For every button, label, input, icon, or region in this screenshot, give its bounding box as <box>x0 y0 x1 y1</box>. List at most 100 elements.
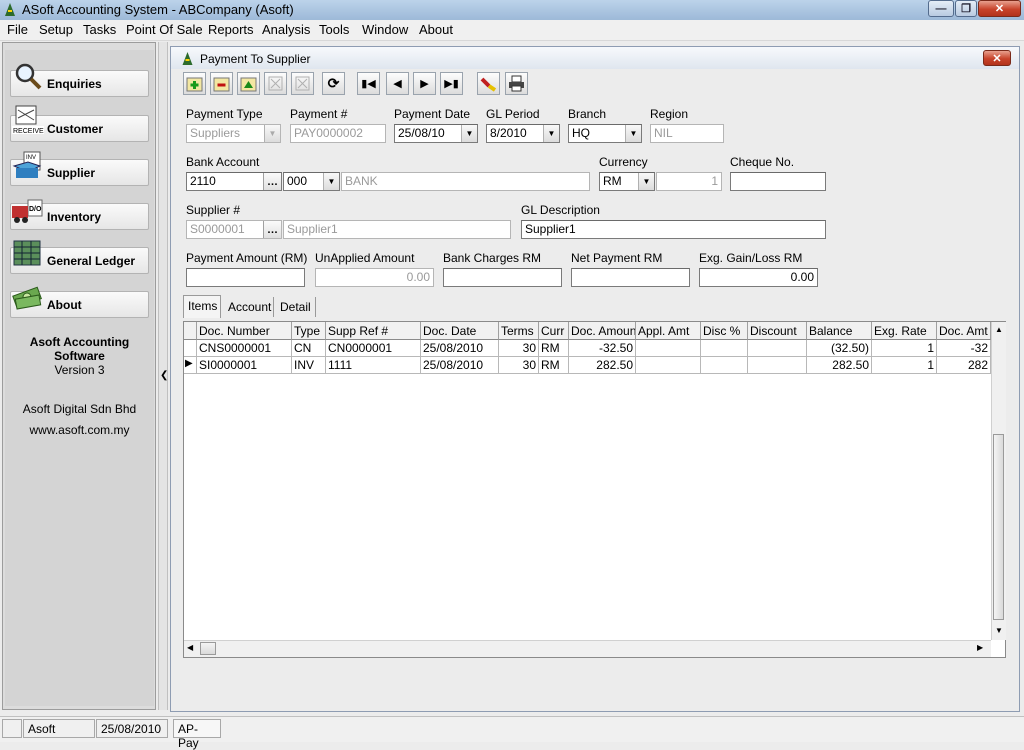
table-cell[interactable] <box>636 340 701 357</box>
col-doc-amount[interactable]: Doc. Amount <box>569 322 636 340</box>
gl-description-field[interactable]: Supplier1 <box>521 220 826 239</box>
print-button[interactable] <box>505 72 528 95</box>
bank-account-field[interactable]: 2110… <box>186 172 282 191</box>
table-cell[interactable]: 30 <box>499 357 539 374</box>
about-website[interactable]: www.asoft.com.my <box>10 423 149 437</box>
table-cell[interactable]: -32.50 <box>569 340 636 357</box>
collapse-left-icon[interactable]: ❮ <box>160 370 168 381</box>
col-discount[interactable]: Discount <box>748 322 807 340</box>
table-cell[interactable]: 1 <box>872 357 937 374</box>
table-cell[interactable]: 282.50 <box>569 357 636 374</box>
row-indicator[interactable] <box>184 340 197 357</box>
table-cell[interactable] <box>636 357 701 374</box>
save-button[interactable] <box>264 72 287 95</box>
menu-file[interactable]: File <box>7 22 28 37</box>
table-cell[interactable]: RM <box>539 357 569 374</box>
region-field[interactable]: NIL <box>650 124 724 143</box>
table-cell[interactable]: 1111 <box>326 357 421 374</box>
table-cell[interactable]: -32 <box>937 340 991 357</box>
tab-items[interactable]: Items <box>183 295 221 318</box>
chevron-down-icon[interactable]: ▼ <box>543 125 559 142</box>
supplier-no-field[interactable]: S0000001… <box>186 220 282 239</box>
table-cell[interactable] <box>748 340 807 357</box>
scroll-right-icon[interactable]: ▶ <box>977 643 983 652</box>
menu-analysis[interactable]: Analysis <box>262 22 310 37</box>
table-cell[interactable]: 1 <box>872 340 937 357</box>
menu-tools[interactable]: Tools <box>319 22 349 37</box>
menu-point-of-sale[interactable]: Point Of Sale <box>126 22 203 37</box>
branch-select[interactable]: HQ ▼ <box>568 124 642 143</box>
bank-name-field[interactable]: BANK <box>341 172 590 191</box>
menu-tasks[interactable]: Tasks <box>83 22 116 37</box>
col-doc-number[interactable]: Doc. Number <box>197 322 292 340</box>
tab-account[interactable]: Account <box>224 297 274 317</box>
first-record-button[interactable]: ▮◀ <box>357 72 380 95</box>
bank-charges-field[interactable] <box>443 268 562 287</box>
current-row-indicator-icon[interactable]: ▶ <box>184 357 197 374</box>
exg-gain-loss-field[interactable]: 0.00 <box>699 268 818 287</box>
col-disc-pct[interactable]: Disc % <box>701 322 748 340</box>
last-record-button[interactable]: ▶▮ <box>440 72 463 95</box>
scroll-left-icon[interactable]: ◀ <box>187 643 193 652</box>
chevron-down-icon[interactable]: ▼ <box>625 125 641 142</box>
search-button[interactable] <box>477 72 500 95</box>
menu-reports[interactable]: Reports <box>208 22 254 37</box>
table-cell[interactable]: SI0000001 <box>197 357 292 374</box>
minimize-button[interactable]: — <box>928 0 954 17</box>
payment-no-field[interactable]: PAY0000002 <box>290 124 386 143</box>
col-curr[interactable]: Curr <box>539 322 569 340</box>
menu-about[interactable]: About <box>419 22 453 37</box>
close-button[interactable]: ✕ <box>978 0 1021 17</box>
grid-vertical-scrollbar[interactable]: ▲ ▼ <box>991 322 1006 640</box>
scroll-up-icon[interactable]: ▲ <box>995 325 1003 334</box>
table-cell[interactable]: 25/08/2010 <box>421 340 499 357</box>
col-exg-rate[interactable]: Exg. Rate <box>872 322 937 340</box>
table-cell[interactable]: 30 <box>499 340 539 357</box>
previous-record-button[interactable]: ◀ <box>386 72 409 95</box>
tab-detail[interactable]: Detail <box>276 297 316 317</box>
menu-window[interactable]: Window <box>362 22 408 37</box>
edit-button[interactable] <box>237 72 260 95</box>
horizontal-scroll-thumb[interactable] <box>200 642 216 655</box>
table-cell[interactable]: 282.50 <box>807 357 872 374</box>
chevron-down-icon[interactable]: ▼ <box>461 125 477 142</box>
table-cell[interactable] <box>748 357 807 374</box>
col-appl-amt[interactable]: Appl. Amt <box>636 322 701 340</box>
cheque-no-field[interactable] <box>730 172 826 191</box>
chevron-down-icon[interactable]: ▼ <box>638 173 654 190</box>
delete-button[interactable] <box>210 72 233 95</box>
lookup-ellipsis-button[interactable]: … <box>263 173 281 190</box>
table-cell[interactable]: (32.50) <box>807 340 872 357</box>
next-record-button[interactable]: ▶ <box>413 72 436 95</box>
col-terms[interactable]: Terms <box>499 322 539 340</box>
unapplied-amount-field[interactable]: 0.00 <box>315 268 434 287</box>
cancel-button[interactable] <box>291 72 314 95</box>
payment-window-close-button[interactable]: ✕ <box>983 50 1011 66</box>
table-cell[interactable]: CN <box>292 340 326 357</box>
table-cell[interactable]: INV <box>292 357 326 374</box>
scroll-down-icon[interactable]: ▼ <box>995 626 1003 635</box>
col-supp-ref[interactable]: Supp Ref # <box>326 322 421 340</box>
chevron-down-icon[interactable]: ▼ <box>264 125 280 142</box>
vertical-scroll-thumb[interactable] <box>993 434 1004 620</box>
panel-splitter[interactable]: ❮ <box>158 42 168 710</box>
col-doc-date[interactable]: Doc. Date <box>421 322 499 340</box>
table-cell[interactable] <box>701 340 748 357</box>
exchange-rate-field[interactable]: 1 <box>656 172 722 191</box>
supplier-name-field[interactable]: Supplier1 <box>283 220 511 239</box>
bank-sub-select[interactable]: 000 ▼ <box>283 172 340 191</box>
menu-setup[interactable]: Setup <box>39 22 73 37</box>
col-balance[interactable]: Balance <box>807 322 872 340</box>
net-payment-field[interactable] <box>571 268 690 287</box>
lookup-ellipsis-button[interactable]: … <box>263 221 281 238</box>
currency-select[interactable]: RM ▼ <box>599 172 655 191</box>
restore-button[interactable]: ❐ <box>955 0 977 17</box>
table-cell[interactable]: RM <box>539 340 569 357</box>
payment-type-select[interactable]: Suppliers ▼ <box>186 124 281 143</box>
refresh-button[interactable]: ⟳ <box>322 72 345 95</box>
grid-horizontal-scrollbar[interactable]: ◀ ▶ <box>184 640 991 657</box>
payment-amount-field[interactable] <box>186 268 305 287</box>
col-type[interactable]: Type <box>292 322 326 340</box>
table-cell[interactable]: 282 <box>937 357 991 374</box>
table-cell[interactable] <box>701 357 748 374</box>
